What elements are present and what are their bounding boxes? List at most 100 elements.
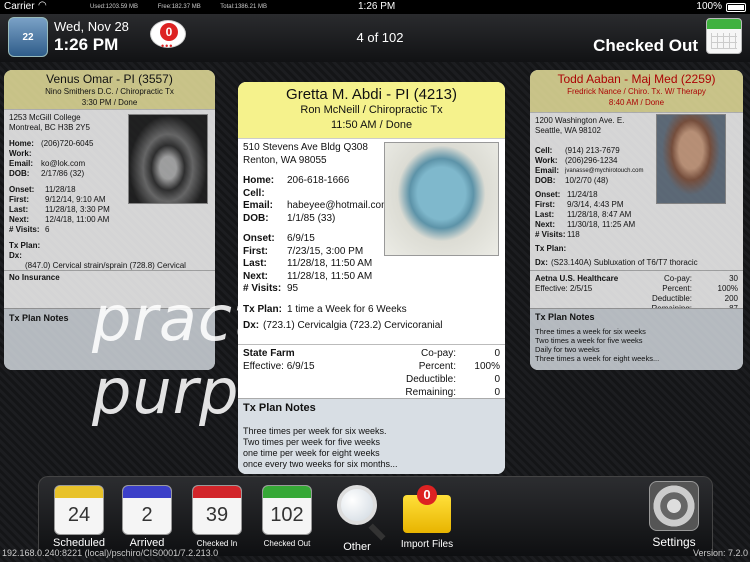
- settings-label: Settings: [652, 535, 696, 549]
- battery-percent: 100%: [696, 1, 722, 12]
- card-header: Todd Aaban - Maj Med (2259) Fredrick Nan…: [530, 70, 743, 113]
- field-label: Email:: [535, 166, 560, 175]
- messages-button[interactable]: 0 •••: [150, 20, 186, 51]
- field-value: 118: [567, 230, 580, 239]
- field-value: 11/24/18: [567, 190, 598, 199]
- checked-out-count: 102: [270, 504, 304, 526]
- battery-icon: [726, 3, 746, 12]
- field-label: Home:: [9, 139, 34, 148]
- arrived-count: 2: [141, 504, 153, 526]
- field-value: 6/9/15: [287, 233, 315, 244]
- magnifier-icon: [337, 485, 377, 525]
- field-label: Next:: [243, 270, 269, 282]
- field-label: First:: [9, 195, 29, 204]
- calendar-icon[interactable]: [706, 18, 742, 54]
- dx-label: Dx:: [243, 320, 260, 331]
- card-header: Gretta M. Abdi - PI (4213) Ron McNeill /…: [238, 82, 505, 139]
- field-label: First:: [535, 200, 555, 209]
- patient-photo: [384, 142, 499, 256]
- note-line: once every two weeks for six months...: [243, 459, 398, 469]
- insurance-effective: Effective: 6/9/15: [243, 361, 315, 372]
- header-date: Wed, Nov 28: [54, 19, 129, 34]
- carrier-label: Carrier: [4, 1, 35, 12]
- field-label: Next:: [535, 220, 556, 229]
- field-value: 7/23/15, 3:00 PM: [287, 245, 364, 257]
- field-value: 11/28/18: [45, 185, 76, 194]
- txplan-label: Tx Plan:: [9, 241, 41, 250]
- header-time: 1:26 PM: [54, 35, 119, 54]
- status-time: 1:26 PM: [358, 1, 396, 12]
- calendar-icon: 102: [262, 485, 312, 535]
- field-label: Work:: [9, 149, 32, 158]
- percent-label: Percent:: [418, 361, 456, 372]
- appointment-time: 3:30 PM / Done: [81, 98, 138, 107]
- app-logo-icon[interactable]: 22: [8, 17, 48, 57]
- field-value: ko@lok.com: [41, 159, 86, 168]
- status-bar: Carrier ◠ Used:1203.59 MB Free:182.37 MB…: [0, 0, 750, 14]
- version-label: Version: 7.2.0: [692, 548, 748, 558]
- card-header: Venus Omar - PI (3557) Nino Smithers D.C…: [4, 70, 215, 110]
- field-value: 11/28/18, 3:30 PM: [45, 205, 110, 214]
- field-value: 10/2/70 (48): [565, 176, 609, 185]
- memory-free: Free:182.37 MB: [157, 4, 201, 10]
- field-label: Email:: [243, 200, 274, 211]
- field-label: DOB:: [243, 212, 269, 224]
- field-value: 12/4/18, 11:00 AM: [45, 215, 110, 224]
- patient-card-center[interactable]: Gretta M. Abdi - PI (4213) Ron McNeill /…: [238, 82, 505, 474]
- field-label: Email:: [9, 159, 34, 168]
- import-badge: 0: [417, 485, 437, 505]
- field-value: 206-618-1666: [287, 175, 350, 186]
- address-line: 1253 McGill College: [9, 113, 81, 122]
- patient-details: 1253 McGill College Montreal, BC H3B 2Y5…: [9, 113, 186, 271]
- appointment-time: 11:50 AM / Done: [330, 119, 413, 131]
- field-value: 6: [45, 225, 50, 234]
- patient-name: Venus Omar - PI (3557): [46, 72, 173, 86]
- import-files-button[interactable]: 0 Import Files: [394, 481, 460, 550]
- field-value: 1/1/85 (33): [287, 212, 336, 224]
- field-label: DOB:: [9, 169, 30, 178]
- checked-in-label: Checked In: [196, 539, 238, 548]
- checked-in-button[interactable]: 39 Checked In: [189, 485, 245, 548]
- memory-total: Total:1386.21 MB: [220, 4, 267, 10]
- field-value: 2/17/86 (32): [41, 169, 85, 178]
- page-title: Checked Out: [593, 36, 698, 55]
- field-value: 11/28/18, 11:50 AM: [287, 258, 373, 269]
- field-label: First:: [243, 245, 268, 257]
- provider: Fredrick Nance / Chiro. Tx. W/ Therapy: [567, 87, 706, 96]
- chat-bubble-icon: •••: [161, 41, 174, 51]
- field-label: DOB:: [535, 176, 556, 185]
- field-label: Cell:: [243, 187, 265, 199]
- field-label: Last:: [9, 205, 29, 214]
- appointment-time: 8:40 AM / Done: [608, 98, 665, 107]
- provider: Ron McNeill / Chiropractic Tx: [300, 104, 443, 116]
- checked-in-count: 39: [205, 504, 229, 526]
- other-button[interactable]: Other: [329, 481, 385, 553]
- field-value: 9/3/14, 4:43 PM: [567, 200, 624, 209]
- memory-stats: Used:1203.59 MB Free:182.37 MB Total:138…: [90, 4, 285, 10]
- scheduled-count: 24: [67, 504, 91, 526]
- arrived-button[interactable]: 2 Arrived: [119, 485, 175, 549]
- scheduled-button[interactable]: 24 Scheduled: [51, 485, 107, 549]
- txplan-label: Tx Plan:: [243, 303, 282, 315]
- dx-label: Dx:: [9, 251, 22, 260]
- txplan-notes: Tx Plan Notes Three times per week for s…: [238, 398, 505, 474]
- field-value: (206)720-6045: [41, 139, 94, 148]
- insurance-name: State Farm: [243, 348, 295, 359]
- header-bar: 22 Wed, Nov 28 1:26 PM 0 ••• 4 of 102 Ch…: [0, 14, 750, 62]
- calendar-icon: 24: [54, 485, 104, 535]
- patient-photo: [128, 114, 208, 204]
- dx-codes: (S23.140A) Subluxation of T6/T7 thoracic: [551, 258, 698, 267]
- logo-text: 22: [22, 31, 34, 43]
- field-value: (914) 213-7679: [565, 146, 620, 155]
- field-value: habeyee@hotmail.com: [287, 200, 390, 211]
- copay-label: Co-pay:: [420, 348, 456, 359]
- patient-photo: [656, 114, 726, 204]
- field-label: Onset:: [535, 190, 561, 199]
- memory-used: Used:1203.59 MB: [90, 4, 139, 10]
- settings-button[interactable]: Settings: [642, 481, 706, 549]
- checked-out-button[interactable]: 102 Checked Out: [257, 485, 317, 548]
- field-label: # Visits:: [9, 225, 40, 234]
- field-label: Next:: [9, 215, 30, 224]
- field-label: # Visits:: [535, 230, 566, 239]
- messages-badge: 0: [160, 23, 178, 41]
